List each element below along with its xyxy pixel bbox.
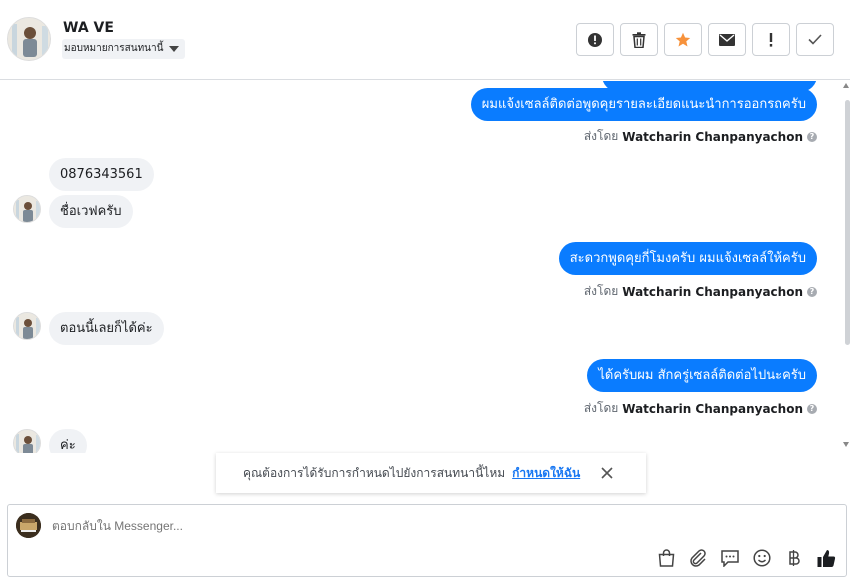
sender-name[interactable]: Watcharin Chanpanyachon: [622, 130, 803, 144]
delete-button[interactable]: [620, 23, 658, 56]
assignment-notice: คุณต้องการได้รับการกำหนดไปยังการสนทนานี้…: [216, 453, 646, 493]
question-icon[interactable]: ?: [807, 131, 817, 142]
emoji-button[interactable]: [752, 548, 772, 568]
page-avatar: [16, 513, 41, 538]
star-button[interactable]: [664, 23, 702, 56]
message-bubble-incoming[interactable]: 0876343561: [49, 158, 154, 191]
reply-composer: [7, 504, 847, 577]
exclamation-icon: [769, 32, 773, 47]
scroll-up-arrow-icon[interactable]: [843, 83, 849, 88]
assign-to-me-link[interactable]: กำหนดให้ฉัน: [512, 464, 580, 483]
trash-icon: [632, 31, 646, 48]
scroll-down-arrow-icon[interactable]: [843, 442, 849, 447]
question-icon[interactable]: ?: [807, 286, 817, 297]
contact-avatar[interactable]: [7, 17, 51, 61]
contact-avatar-small: [13, 312, 41, 340]
chat-bubble-icon: [721, 549, 739, 567]
conversation-header: WA VE มอบหมายการสนทนานี้: [0, 0, 850, 80]
composer-tools: [656, 548, 836, 568]
sender-name[interactable]: Watcharin Chanpanyachon: [622, 402, 803, 416]
check-icon: [808, 34, 822, 45]
contact-avatar-small: [13, 429, 41, 453]
alert-circle-icon: [588, 32, 602, 47]
thumbs-up-icon: [817, 549, 835, 567]
mark-spam-button[interactable]: [576, 23, 614, 56]
assign-conversation-dropdown[interactable]: มอบหมายการสนทนานี้: [62, 39, 186, 59]
sender-name[interactable]: Watcharin Chanpanyachon: [622, 285, 803, 299]
envelope-icon: [719, 33, 735, 46]
message-bubble-incoming[interactable]: ชื่อเวฟครับ: [49, 195, 133, 228]
follow-up-button[interactable]: [752, 23, 790, 56]
question-icon[interactable]: ?: [807, 403, 817, 414]
sent-by-line: ส่งโดย Watcharin Chanpanyachon ?: [584, 399, 817, 418]
assign-label: มอบหมายการสนทนานี้: [64, 43, 164, 54]
sent-by-line: ส่งโดย Watcharin Chanpanyachon ?: [584, 127, 817, 146]
message-bubble-incoming[interactable]: ค่ะ: [49, 429, 87, 453]
conversation-toolbar: [576, 23, 834, 56]
contact-avatar-small: [13, 195, 41, 223]
shop-button[interactable]: [656, 548, 676, 568]
close-icon[interactable]: [600, 466, 614, 480]
caret-down-icon: [169, 46, 180, 52]
saved-replies-button[interactable]: [720, 548, 740, 568]
star-icon: [675, 32, 691, 46]
smiley-icon: [753, 549, 771, 567]
shopping-bag-icon: [658, 549, 674, 567]
like-button[interactable]: [816, 548, 836, 568]
message-bubble-incoming[interactable]: ตอนนี้เลยก็ได้ค่ะ: [49, 312, 164, 345]
baht-currency-icon: [789, 550, 800, 566]
payment-button[interactable]: [784, 548, 804, 568]
contact-name[interactable]: WA VE: [63, 20, 114, 36]
mark-unread-button[interactable]: [708, 23, 746, 56]
message-bubble-outgoing[interactable]: ผมแจ้งเซลล์ติดต่อพูดคุยรายละเอียดแนะนำกา…: [470, 88, 817, 121]
notice-text: คุณต้องการได้รับการกำหนดไปยังการสนทนานี้…: [243, 465, 506, 480]
sent-by-label: ส่งโดย: [583, 129, 619, 143]
attach-button[interactable]: [688, 548, 708, 568]
mark-done-button[interactable]: [796, 23, 834, 56]
message-thread[interactable]: ผมแจ้งเซลล์ติดต่อพูดคุยรายละเอียดแนะนำกา…: [0, 81, 850, 453]
message-bubble-outgoing[interactable]: สะดวกพูดคุยกี่โมงครับ ผมแจ้งเซลล์ให้ครับ: [558, 242, 817, 275]
reply-input[interactable]: [52, 519, 652, 533]
sent-by-line: ส่งโดย Watcharin Chanpanyachon ?: [584, 282, 817, 301]
message-bubble-outgoing[interactable]: ได้ครับผม สักครู่เซลล์ติดต่อไปนะครับ: [587, 359, 817, 392]
paperclip-icon: [690, 549, 706, 567]
scrollbar-thumb[interactable]: [845, 100, 850, 345]
sent-by-label: ส่งโดย: [583, 284, 619, 298]
sent-by-label: ส่งโดย: [583, 401, 619, 415]
